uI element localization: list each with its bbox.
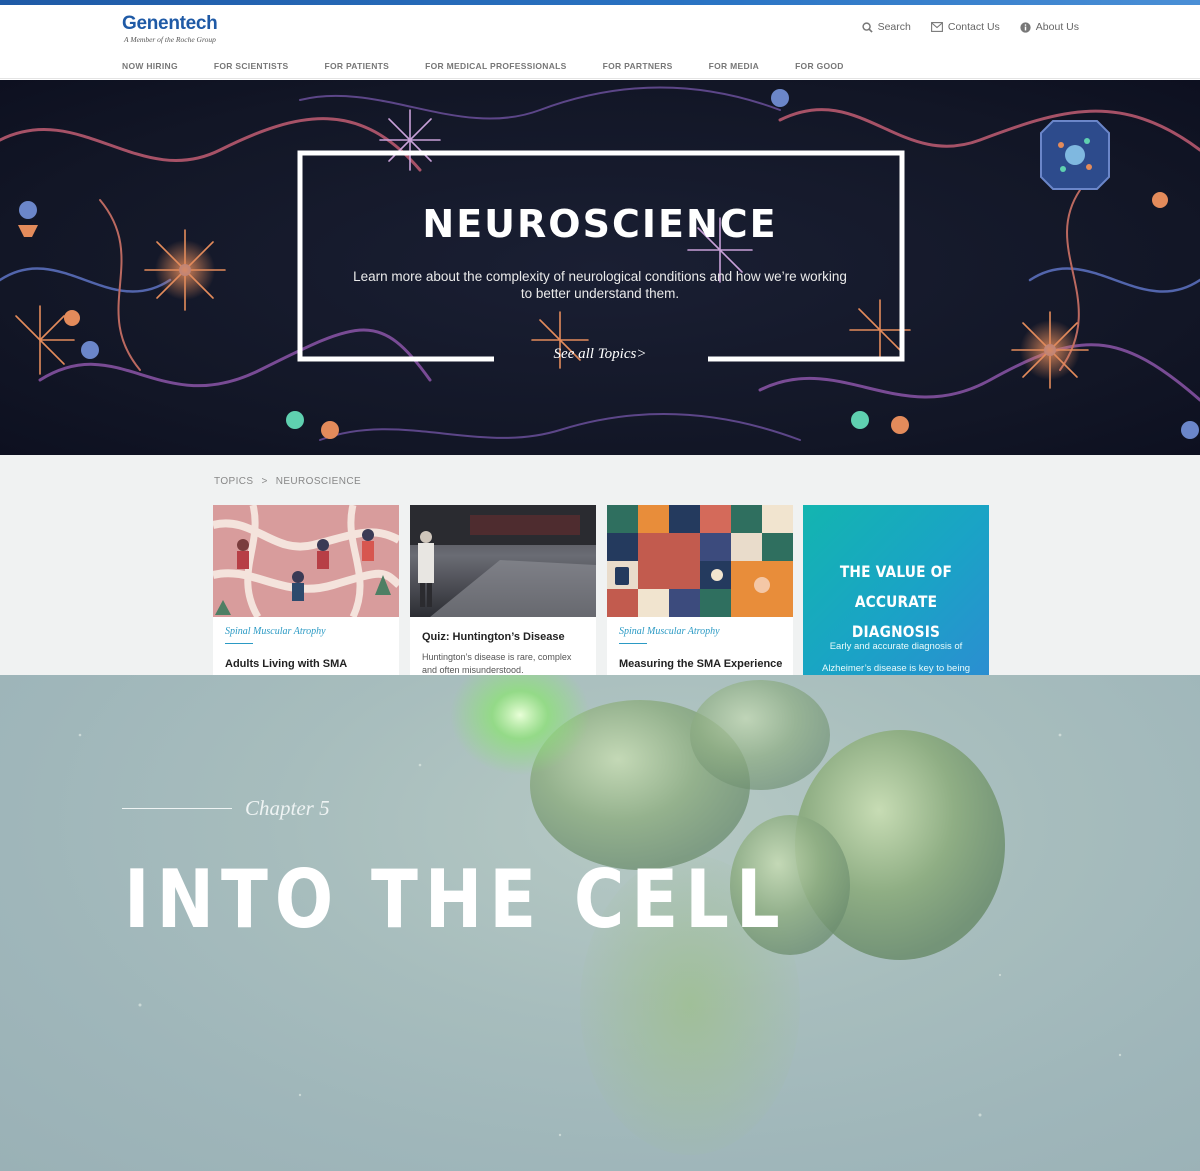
breadcrumb-topics[interactable]: TOPICS: [214, 476, 253, 487]
hero-subtitle: Learn more about the complexity of neuro…: [353, 269, 847, 301]
category-underline: [225, 643, 253, 644]
feature-card[interactable]: THE VALUE OF ACCURATE DIAGNOSIS Early an…: [803, 505, 989, 675]
sma-hikers-illustration: [213, 505, 399, 617]
about-us-label: About Us: [1035, 21, 1079, 33]
genentech-logo[interactable]: Genentech A Member of the Roche Group: [122, 13, 218, 44]
card-title: Measuring the SMA Experience: [619, 658, 783, 670]
breadcrumb-current: NEUROSCIENCE: [275, 476, 362, 487]
article-card[interactable]: Spinal Muscular Atrophy Adults Living wi…: [213, 505, 399, 675]
search-label: Search: [877, 21, 911, 33]
chapter-section: Chapter 5 INTO THE CELL: [0, 675, 1200, 1171]
info-icon: [1020, 21, 1031, 33]
article-card[interactable]: Quiz: Huntington’s Disease Huntington’s …: [410, 505, 596, 675]
utility-nav: Search Contact Us About Us: [861, 21, 1079, 33]
site-header: Genentech A Member of the Roche Group Se…: [0, 5, 1200, 79]
chapter-title: INTO THE CELL: [124, 853, 787, 946]
feature-title-line1: THE VALUE OF: [839, 562, 953, 581]
category-underline: [619, 643, 647, 644]
logo-tagline: A Member of the Roche Group: [124, 35, 216, 44]
search-icon: [861, 21, 873, 33]
see-all-topics-link[interactable]: See all Topics>: [0, 346, 1200, 363]
chevron-right-icon: >: [261, 476, 268, 487]
neuroscience-hero: NEUROSCIENCE Learn more about the comple…: [0, 80, 1200, 455]
main-nav: NOW HIRING FOR SCIENTISTS FOR PATIENTS F…: [122, 61, 880, 71]
article-card[interactable]: Spinal Muscular Atrophy Measuring the SM…: [607, 505, 793, 675]
nav-for-medical-professionals[interactable]: FOR MEDICAL PROFESSIONALS: [425, 61, 566, 71]
contact-us-link[interactable]: Contact Us: [930, 21, 1000, 33]
card-category: Spinal Muscular Atrophy: [225, 626, 326, 637]
feature-card-title: THE VALUE OF ACCURATE DIAGNOSIS: [816, 557, 976, 647]
breadcrumb: TOPICS > NEUROSCIENCE: [214, 476, 361, 487]
card-description: Huntington’s disease is rare, complex an…: [422, 652, 572, 675]
card-category: Spinal Muscular Atrophy: [619, 626, 720, 637]
nav-for-scientists[interactable]: FOR SCIENTISTS: [214, 61, 289, 71]
sma-experience-illustration: [607, 505, 793, 617]
hero-frame: [297, 150, 905, 362]
nav-for-media[interactable]: FOR MEDIA: [709, 61, 759, 71]
mail-icon: [930, 22, 943, 32]
chapter-label: Chapter 5: [245, 796, 330, 820]
nav-for-partners[interactable]: FOR PARTNERS: [603, 61, 673, 71]
logo-name: Genentech: [122, 13, 218, 34]
chapter-rule: [122, 808, 232, 809]
nav-for-good[interactable]: FOR GOOD: [795, 61, 844, 71]
nav-now-hiring[interactable]: NOW HIRING: [122, 61, 178, 71]
card-title: Adults Living with SMA: [225, 658, 348, 670]
feature-card-description: Early and accurate diagnosis of Alzheime…: [821, 641, 971, 674]
nav-for-patients[interactable]: FOR PATIENTS: [324, 61, 389, 71]
about-us-link[interactable]: About Us: [1020, 21, 1079, 33]
card-title: Quiz: Huntington’s Disease: [422, 631, 565, 643]
contact-us-label: Contact Us: [947, 21, 1000, 33]
hero-title: NEUROSCIENCE: [422, 202, 778, 246]
search-link[interactable]: Search: [861, 21, 911, 33]
topics-section: TOPICS > NEUROSCIENCE Spinal Muscular At…: [0, 455, 1200, 675]
lab-corridor-photo: [410, 505, 596, 617]
